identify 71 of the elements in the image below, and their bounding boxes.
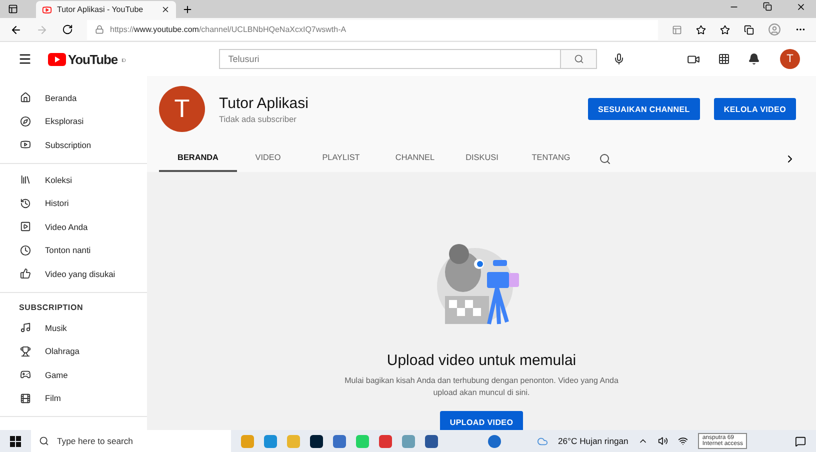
new-tab-icon[interactable] xyxy=(182,4,193,14)
search-icon[interactable] xyxy=(599,152,611,164)
sidebar-item[interactable]: Eksplorasi xyxy=(0,110,147,134)
menu-icon[interactable] xyxy=(18,52,32,66)
lock-icon xyxy=(95,25,104,34)
microphone-icon[interactable] xyxy=(613,53,626,65)
address-field[interactable]: https://www.youtube.com/channel/UCLBNbHQeNaXcxIQ7wswth-A xyxy=(87,20,658,40)
sidebar-item[interactable]: Video Anda xyxy=(0,214,147,239)
bell-icon[interactable] xyxy=(748,53,760,65)
subscriber-count: Tidak ada subscriber xyxy=(219,114,298,124)
channel-tab[interactable]: VIDEO xyxy=(237,145,299,172)
wifi-icon[interactable] xyxy=(678,436,688,446)
channel-tab[interactable]: TENTANG xyxy=(517,145,585,172)
channel-tab[interactable]: PLAYLIST xyxy=(299,145,383,172)
sidebar-item[interactable]: Subscription xyxy=(0,133,147,157)
empty-state-description: Mulai bagikan kisah Anda dan terhubung dengan penonton. Video yang Anda upload akan muncul di sini. xyxy=(344,375,620,399)
close-icon[interactable] xyxy=(161,5,170,14)
trophy-icon xyxy=(20,346,31,357)
close-icon[interactable] xyxy=(796,2,806,12)
reload-icon[interactable] xyxy=(62,24,73,35)
search-icon xyxy=(574,54,584,64)
empty-state-title: Upload video untuk memulai xyxy=(386,352,576,369)
back-icon[interactable] xyxy=(10,24,22,36)
tab-actions-icon[interactable] xyxy=(8,4,18,14)
film-icon xyxy=(20,392,31,404)
youtube-logo-icon xyxy=(42,4,52,14)
play-icon xyxy=(20,221,31,232)
windows-logo-icon[interactable] xyxy=(10,436,21,446)
compass-icon xyxy=(20,116,31,127)
sidebar-item[interactable]: Film xyxy=(0,386,147,410)
search-button[interactable] xyxy=(561,49,598,69)
sidebar-item[interactable]: Musik xyxy=(0,316,147,340)
history-icon xyxy=(20,198,31,209)
video-camera-icon[interactable] xyxy=(687,52,700,66)
speaker-icon[interactable] xyxy=(658,436,668,446)
sidebar-item[interactable]: Histori xyxy=(0,191,147,215)
channel-name: Tutor Aplikasi xyxy=(219,94,308,112)
clock-icon xyxy=(20,244,31,256)
sidebar-item[interactable]: Video yang disukai xyxy=(0,262,147,286)
search-icon xyxy=(39,436,49,446)
channel-action-button[interactable]: KELOLA VIDEO xyxy=(714,98,796,120)
apps-grid-icon[interactable] xyxy=(718,53,730,65)
account-avatar[interactable]: T xyxy=(780,49,800,69)
sidebar-item[interactable]: Beranda xyxy=(0,86,147,110)
sidebar-item[interactable]: Tonton nanti xyxy=(0,238,147,262)
star-icon[interactable] xyxy=(696,24,706,34)
channel-tab[interactable]: CHANNEL xyxy=(383,145,447,172)
browser-tab[interactable]: Tutor Aplikasi - YouTube xyxy=(36,1,176,18)
weather-icon xyxy=(537,436,548,446)
notification-icon[interactable] xyxy=(795,436,806,446)
restore-icon[interactable] xyxy=(763,2,772,11)
channel-avatar: T xyxy=(159,86,205,132)
sidebar-item[interactable]: Koleksi xyxy=(0,168,147,192)
profile-icon[interactable] xyxy=(768,23,781,36)
music-icon xyxy=(20,322,31,334)
library-icon xyxy=(20,174,31,186)
favorites-icon[interactable] xyxy=(720,24,730,34)
channel-action-button[interactable]: SESUAIKAN CHANNEL xyxy=(588,98,700,120)
channel-tab[interactable]: BERANDA xyxy=(159,145,237,172)
home-icon xyxy=(20,92,31,104)
subscriptions-icon xyxy=(20,139,31,150)
sidebar-item[interactable]: Olahraga xyxy=(0,339,147,363)
sidebar-item[interactable]: Game xyxy=(0,362,147,387)
thumbs-up-icon xyxy=(20,268,31,280)
section-heading: SUBSCRIPTION xyxy=(18,302,84,314)
channel-tab[interactable]: DISKUSI xyxy=(447,145,517,172)
gamepad-icon xyxy=(20,369,31,380)
weather-text[interactable]: 26°C Hujan ringan xyxy=(558,436,628,446)
taskbar-search-field[interactable]: Type here to search xyxy=(31,430,231,452)
play-logo-icon xyxy=(48,52,66,66)
search-field[interactable]: Telusuri xyxy=(219,49,562,69)
